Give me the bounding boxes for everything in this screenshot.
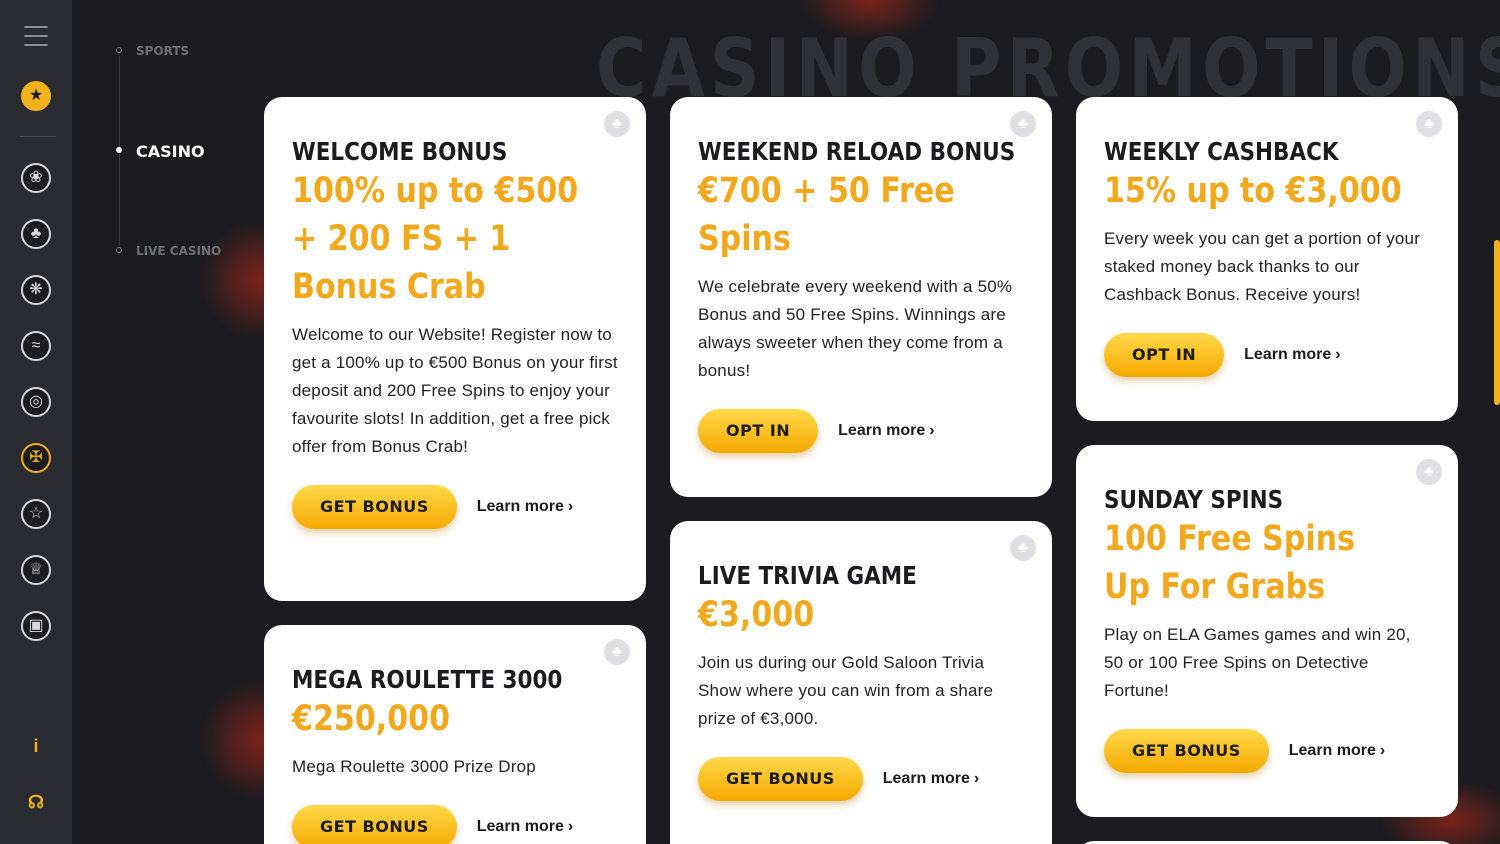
learn-more-link[interactable]: Learn more › bbox=[1289, 742, 1385, 760]
avatar-icon[interactable]: ★ bbox=[21, 81, 51, 111]
menu-icon[interactable] bbox=[24, 26, 48, 46]
subnav-item-sports[interactable]: SPORTS bbox=[136, 44, 189, 58]
wheel-icon[interactable]: ✠ bbox=[21, 443, 51, 473]
trophy-icon[interactable]: ♕ bbox=[21, 555, 51, 585]
scrollbar-thumb[interactable] bbox=[1494, 240, 1500, 405]
card-amount: 100 Free Spins Up For Grabs bbox=[1104, 519, 1355, 607]
sidebar-divider bbox=[20, 136, 56, 137]
favourite-icon[interactable]: ♣ bbox=[1010, 535, 1036, 561]
star-icon[interactable]: ☆ bbox=[21, 499, 51, 529]
get-bonus-button[interactable]: GET BONUS bbox=[292, 485, 457, 529]
promo-card-welcome-bonus: ♣ WELCOME BONUS 100% up to €500 + 200 FS… bbox=[264, 97, 646, 601]
subnav-dot bbox=[116, 247, 122, 253]
info-icon[interactable]: i bbox=[21, 731, 51, 761]
learn-more-link[interactable]: Learn more › bbox=[838, 422, 934, 440]
get-bonus-button[interactable]: GET BONUS bbox=[1104, 729, 1269, 773]
learn-more-link[interactable]: Learn more › bbox=[477, 498, 573, 516]
learn-more-label: Learn more bbox=[476, 818, 564, 835]
card-description: We celebrate every weekend with a 50% Bo… bbox=[698, 277, 1013, 380]
favourite-icon[interactable]: ♣ bbox=[604, 639, 630, 665]
promo-card-sunday-spins: ♣ SUNDAY SPINS 100 Free Spins Up For Gra… bbox=[1076, 445, 1458, 817]
subnav-dot bbox=[116, 47, 122, 53]
favourite-icon[interactable]: ♣ bbox=[1010, 111, 1036, 137]
favourite-icon[interactable]: ♣ bbox=[1416, 459, 1442, 485]
learn-more-label: Learn more bbox=[1244, 346, 1332, 363]
favourite-icon[interactable]: ♣ bbox=[1416, 111, 1442, 137]
card-description: Join us during our Gold Saloon Trivia Sh… bbox=[698, 653, 994, 728]
film-reel-icon[interactable]: ❀ bbox=[21, 163, 51, 193]
card-amount: €700 + 50 Free Spins bbox=[698, 171, 955, 259]
card-amount: €3,000 bbox=[698, 595, 815, 635]
learn-more-label: Learn more bbox=[1288, 742, 1376, 759]
card-amount: 15% up to €3,000 bbox=[1104, 171, 1402, 211]
learn-more-link[interactable]: Learn more › bbox=[883, 770, 979, 788]
opt-in-button[interactable]: OPT IN bbox=[698, 409, 819, 453]
card-title: LIVE TRIVIA GAME bbox=[698, 561, 917, 590]
promo-card-live-trivia: ♣ LIVE TRIVIA GAME €3,000 Join us during… bbox=[670, 521, 1052, 844]
opt-in-button[interactable]: OPT IN bbox=[1104, 333, 1225, 377]
card-title: WEEKEND RELOAD BONUS bbox=[698, 137, 1016, 166]
headset-icon[interactable]: ☊ bbox=[21, 787, 51, 817]
card-title: WELCOME BONUS bbox=[292, 137, 508, 166]
club-icon[interactable]: ♣ bbox=[21, 219, 51, 249]
card-amount: 100% up to €500 + 200 FS + 1 Bonus Crab bbox=[292, 171, 579, 307]
subnav-dot bbox=[116, 147, 122, 153]
get-bonus-button[interactable]: GET BONUS bbox=[292, 805, 457, 844]
subnav-item-casino[interactable]: CASINO bbox=[136, 142, 205, 161]
chevron-right-icon: › bbox=[929, 422, 935, 439]
lock-icon[interactable]: ▣ bbox=[21, 611, 51, 641]
wifi-icon[interactable]: ≈ bbox=[21, 331, 51, 361]
learn-more-link[interactable]: Learn more › bbox=[1244, 346, 1340, 364]
promo-card-weekend-reload: ♣ WEEKEND RELOAD BONUS €700 + 50 Free Sp… bbox=[670, 97, 1052, 497]
favourite-icon[interactable]: ♣ bbox=[604, 111, 630, 137]
roulette-icon[interactable]: ❋ bbox=[21, 275, 51, 305]
globe-icon[interactable]: ◎ bbox=[21, 387, 51, 417]
card-description: Every week you can get a portion of your… bbox=[1104, 229, 1421, 304]
promo-card-mega-roulette: ♣ MEGA ROULETTE 3000 €250,000 Mega Roule… bbox=[264, 625, 646, 844]
chevron-right-icon: › bbox=[567, 498, 574, 515]
chevron-right-icon: › bbox=[567, 818, 574, 835]
learn-more-link[interactable]: Learn more › bbox=[477, 818, 573, 836]
card-description: Play on ELA Games games and win 20, 50 o… bbox=[1104, 625, 1411, 700]
card-amount: €250,000 bbox=[292, 699, 451, 739]
promo-card-weekly-cashback: ♣ WEEKLY CASHBACK 15% up to €3,000 Every… bbox=[1076, 97, 1458, 421]
chevron-right-icon: › bbox=[1335, 346, 1341, 363]
learn-more-label: Learn more bbox=[838, 422, 926, 439]
card-title: MEGA ROULETTE 3000 bbox=[292, 665, 563, 694]
card-title: WEEKLY CASHBACK bbox=[1104, 137, 1339, 166]
sidebar: ★ ❀ ♣ ❋ ≈ ◎ ✠ ☆ ♕ ▣ i ☊ bbox=[0, 0, 72, 844]
learn-more-label: Learn more bbox=[476, 498, 564, 515]
get-bonus-button[interactable]: GET BONUS bbox=[698, 757, 863, 801]
chevron-right-icon: › bbox=[1379, 742, 1386, 759]
chevron-right-icon: › bbox=[973, 770, 980, 787]
subnav-item-live-casino[interactable]: LIVE CASINO bbox=[136, 244, 221, 258]
card-title: SUNDAY SPINS bbox=[1104, 485, 1284, 514]
learn-more-label: Learn more bbox=[882, 770, 970, 787]
card-description: Mega Roulette 3000 Prize Drop bbox=[292, 757, 536, 776]
card-description: Welcome to our Website! Register now to … bbox=[292, 325, 618, 456]
